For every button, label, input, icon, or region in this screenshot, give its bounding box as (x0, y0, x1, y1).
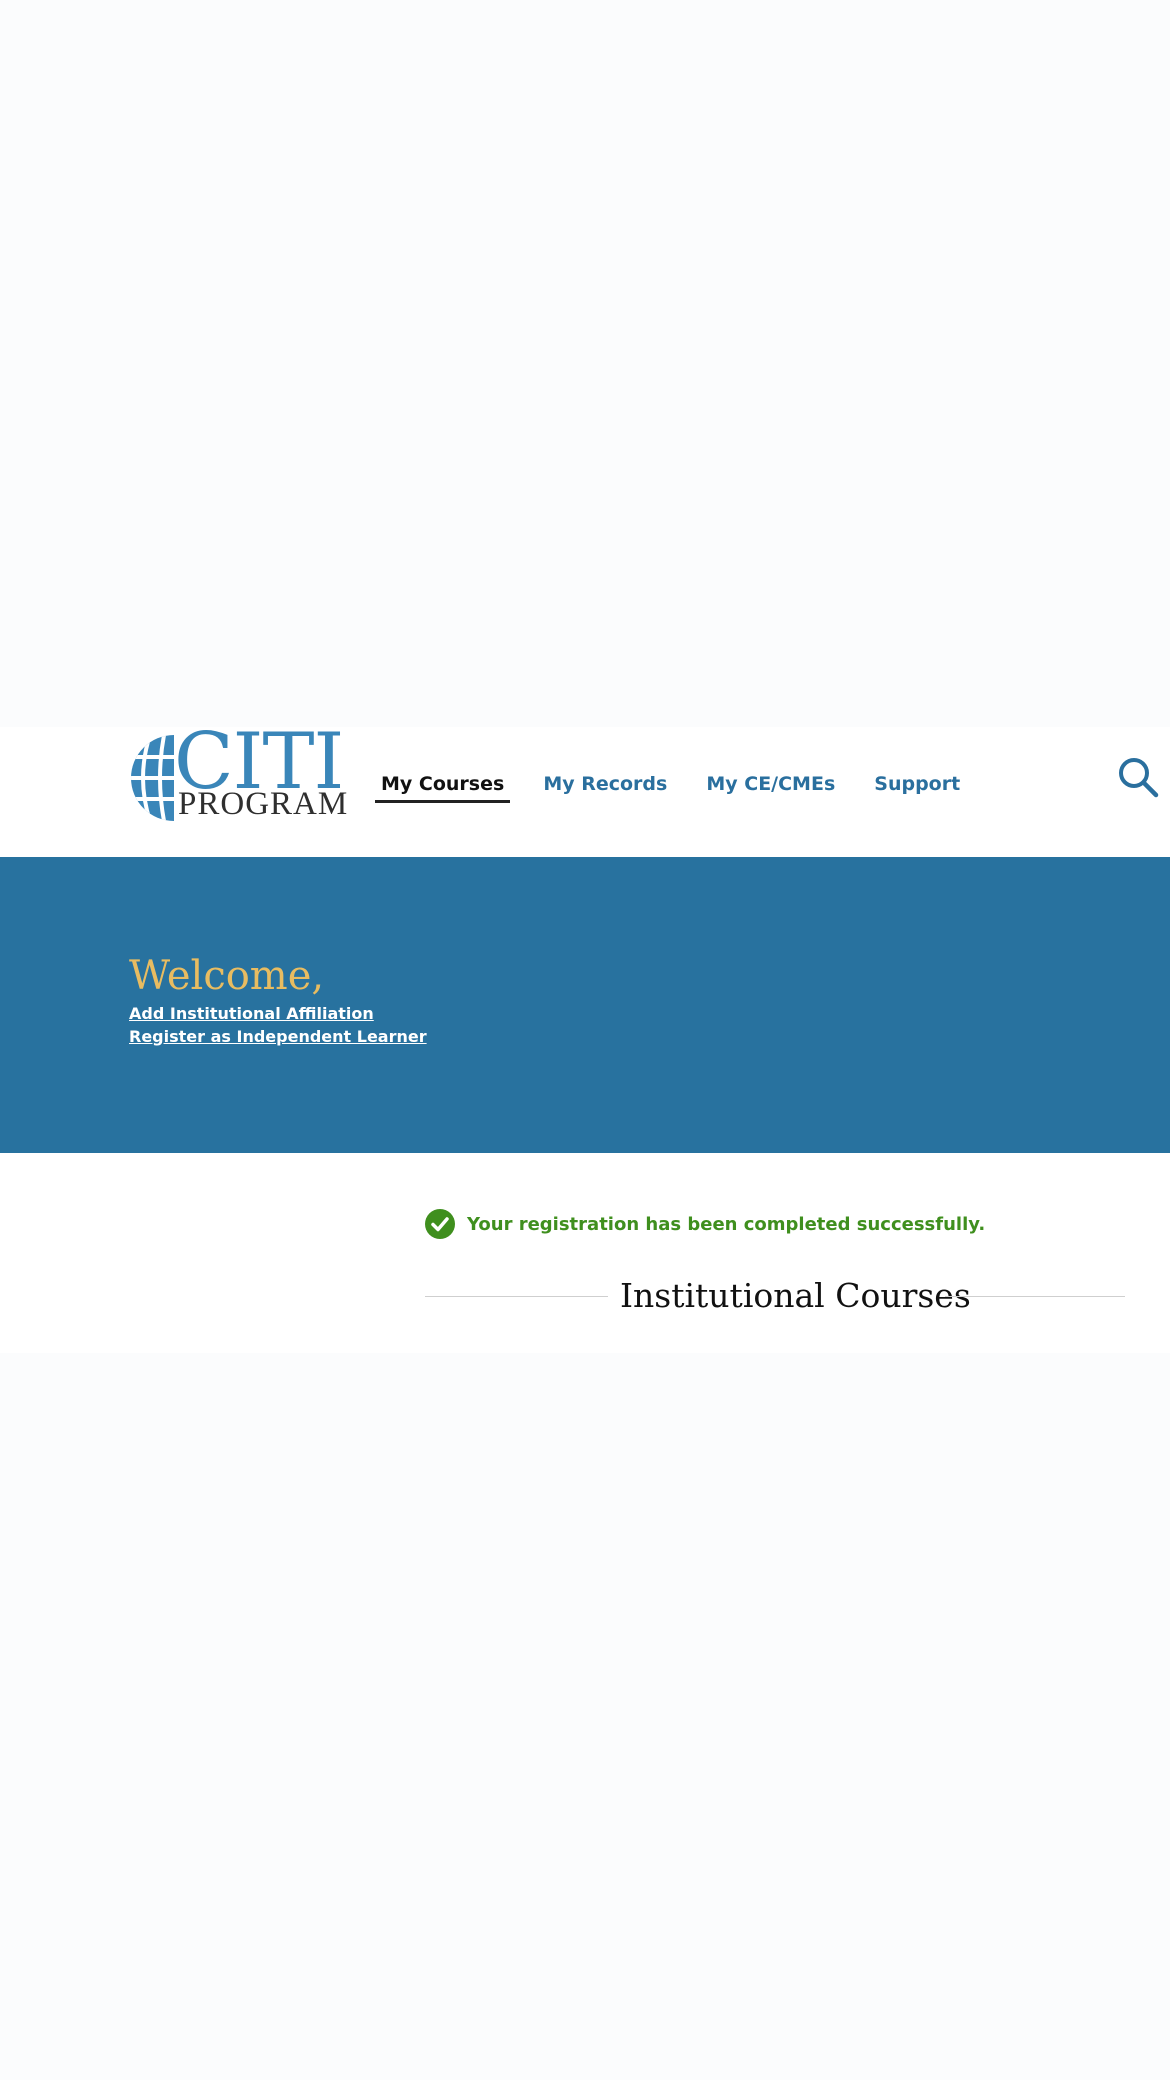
divider-right (945, 1296, 1125, 1297)
globe-icon (131, 735, 174, 821)
register-independent-learner-link[interactable]: Register as Independent Learner (129, 1025, 427, 1048)
nav-support[interactable]: Support (868, 765, 966, 803)
add-institutional-affiliation-link[interactable]: Add Institutional Affiliation (129, 1002, 427, 1025)
nav-my-records[interactable]: My Records (537, 765, 673, 803)
main-content: Your registration has been completed suc… (0, 1153, 1170, 1353)
divider-left (425, 1296, 608, 1297)
logo-program-text: PROGRAM (178, 786, 349, 822)
page-frame: CITI PROGRAM My Courses My Records My CE… (0, 727, 1170, 1353)
welcome-heading: Welcome, (129, 953, 325, 999)
success-alert: Your registration has been completed suc… (425, 1209, 985, 1239)
site-header: CITI PROGRAM My Courses My Records My CE… (0, 727, 1170, 857)
success-message: Your registration has been completed suc… (467, 1213, 986, 1235)
section-title: Institutional Courses (620, 1276, 971, 1315)
citi-program-logo[interactable]: CITI PROGRAM (128, 727, 347, 821)
check-circle-icon (425, 1209, 455, 1239)
search-icon (1119, 758, 1159, 798)
banner-links: Add Institutional Affiliation Register a… (129, 1002, 427, 1048)
search-button[interactable] (1116, 755, 1160, 799)
institutional-courses-header: Institutional Courses (425, 1271, 1125, 1321)
nav-my-courses[interactable]: My Courses (375, 765, 511, 803)
nav-my-ce-cmes[interactable]: My CE/CMEs (700, 765, 841, 803)
main-nav: My Courses My Records My CE/CMEs Support (375, 759, 993, 809)
welcome-banner: Welcome, Add Institutional Affiliation R… (0, 857, 1170, 1153)
